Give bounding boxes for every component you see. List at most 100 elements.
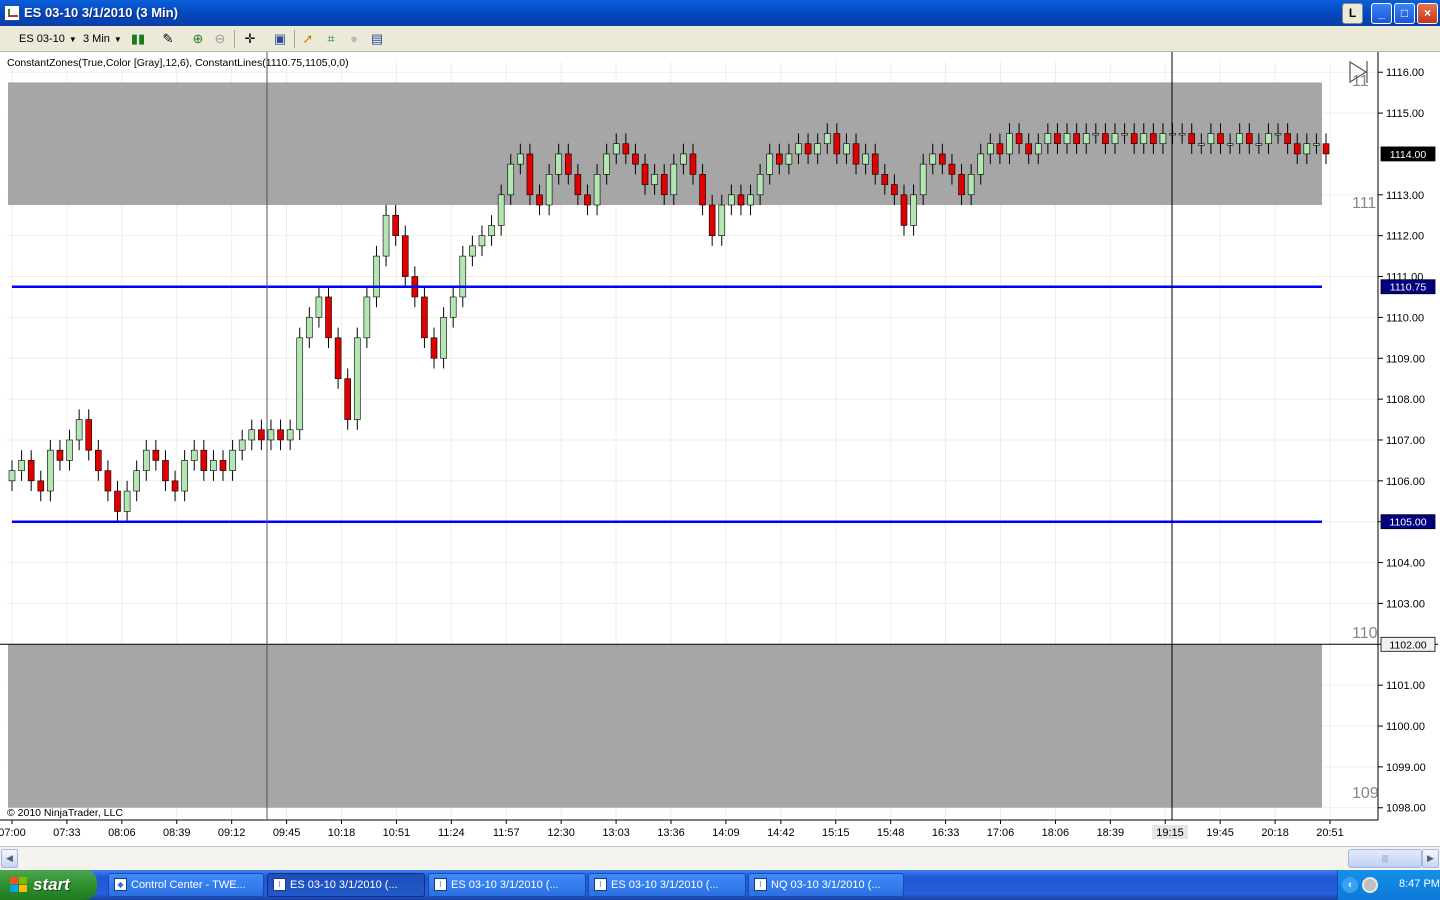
candle-body bbox=[507, 163, 515, 196]
candle-body bbox=[382, 214, 390, 257]
candle-body bbox=[718, 204, 726, 236]
x-tick-label: 11:57 bbox=[493, 827, 520, 839]
taskbar-item-control-center[interactable]: ◆ Control Center - TWE... bbox=[108, 873, 264, 897]
y-tick-label: 1106.00 bbox=[1386, 476, 1425, 488]
interval-label: 3 Min bbox=[83, 33, 110, 45]
candle-body bbox=[536, 194, 543, 206]
x-tick-label: 14:09 bbox=[712, 827, 740, 839]
candle-body bbox=[795, 143, 802, 155]
horizontal-scrollbar[interactable]: ◀ ||| ▶ bbox=[0, 846, 1440, 870]
candle-body bbox=[1313, 143, 1320, 146]
taskbar-item-es-chart-1[interactable]: ⌇ ES 03-10 3/1/2010 (... bbox=[267, 873, 425, 897]
candle-body bbox=[353, 337, 361, 420]
x-tick-label: 10:18 bbox=[328, 827, 356, 839]
link-button[interactable]: L bbox=[1342, 3, 1363, 24]
x-tick-label: 12:30 bbox=[547, 827, 575, 839]
candle-body bbox=[929, 153, 937, 165]
candle-body bbox=[296, 337, 304, 431]
chart-canvas[interactable]: 07:00 07:33 08:06 08:39 09:12 09:45 10:18 10:51… bbox=[0, 52, 1440, 846]
candle-body bbox=[1082, 133, 1090, 145]
candle-body bbox=[996, 143, 1004, 155]
candle-body bbox=[1102, 133, 1109, 145]
candle-body bbox=[392, 214, 399, 236]
crosshair-icon[interactable]: ✛ bbox=[242, 31, 258, 47]
x-tick-label: 16:33 bbox=[932, 827, 960, 839]
candle-body bbox=[1150, 133, 1157, 145]
candle-body bbox=[919, 163, 927, 196]
candle-body bbox=[1284, 133, 1291, 145]
candle-body bbox=[1226, 143, 1234, 146]
x-tick-label: 10:51 bbox=[383, 827, 411, 839]
zoom-in-icon[interactable]: ⊕ bbox=[190, 31, 206, 47]
candle-body bbox=[699, 174, 706, 206]
taskbar-item-nq-chart[interactable]: ⌇ NQ 03-10 3/1/2010 (... bbox=[748, 873, 904, 897]
tray-app-icon[interactable] bbox=[1362, 877, 1378, 893]
candle-body bbox=[708, 204, 716, 236]
chevron-left-icon[interactable]: ‹ bbox=[1342, 877, 1358, 893]
interval-selector[interactable]: 3 Min ▼ bbox=[83, 31, 122, 47]
candle-body bbox=[488, 225, 495, 236]
strategies-icon[interactable]: ⌗ bbox=[323, 31, 339, 47]
candle-body bbox=[747, 194, 754, 206]
y-tick-label: 1099.00 bbox=[1386, 762, 1426, 774]
taskbar: start ◆ Control Center - TWE... ⌇ ES 03-10… bbox=[0, 870, 1440, 900]
zoom-out-icon[interactable]: ⊖ bbox=[212, 31, 228, 47]
x-tick-label: 18:39 bbox=[1097, 827, 1125, 839]
candle-body bbox=[1245, 133, 1253, 145]
candle-body bbox=[8, 470, 16, 482]
last-price-label: 1114.00 bbox=[1390, 149, 1427, 161]
properties-icon[interactable]: ▤ bbox=[369, 31, 385, 47]
candle-body bbox=[171, 480, 179, 492]
price-chart[interactable]: 07:00 07:33 08:06 08:39 09:12 09:45 10:18 10:51… bbox=[0, 52, 1440, 846]
x-tick-label: 09:45 bbox=[273, 827, 301, 839]
candle-body bbox=[459, 255, 467, 298]
candle-body bbox=[421, 296, 428, 339]
candle-body bbox=[210, 460, 217, 471]
taskbar-item-es-chart-2[interactable]: ⌇ ES 03-10 3/1/2010 (... bbox=[428, 873, 586, 897]
indicators-icon[interactable]: ➚ bbox=[300, 31, 316, 47]
candle-body bbox=[248, 429, 256, 441]
bar-type-icon[interactable]: ▮▮ bbox=[130, 31, 146, 47]
scroll-right-icon[interactable]: ▶ bbox=[1422, 849, 1439, 868]
maximize-button[interactable]: □ bbox=[1394, 3, 1415, 24]
disabled-icon[interactable]: ● bbox=[346, 31, 362, 47]
candle-body bbox=[814, 143, 821, 155]
taskbar-item-es-chart-3[interactable]: ⌇ ES 03-10 3/1/2010 (... bbox=[588, 873, 746, 897]
candle-body bbox=[430, 337, 438, 359]
indicator-label: ConstantZones(True,Color [Gray],12,6), C… bbox=[7, 57, 349, 69]
candle-body bbox=[632, 153, 639, 165]
chart-icon: ⌇ bbox=[754, 878, 767, 891]
candle-body bbox=[181, 460, 188, 492]
candle-body bbox=[334, 337, 342, 379]
close-button[interactable]: × bbox=[1417, 3, 1438, 24]
scroll-left-icon[interactable]: ◀ bbox=[1, 849, 18, 868]
overlay-text: 109 bbox=[1352, 785, 1379, 802]
data-box-icon[interactable]: ▣ bbox=[272, 31, 288, 47]
chart-icon: ⌇ bbox=[434, 878, 447, 891]
candle-body bbox=[114, 490, 121, 512]
candle-body bbox=[1092, 133, 1100, 136]
start-button[interactable]: start bbox=[0, 870, 97, 900]
candle-body bbox=[1111, 133, 1119, 145]
candle-body bbox=[315, 296, 323, 318]
candle-body bbox=[756, 174, 764, 196]
candle-body bbox=[1044, 133, 1052, 145]
candle-body bbox=[344, 378, 351, 420]
minimize-button[interactable]: _ bbox=[1371, 3, 1392, 24]
title-bar: ES 03-10 3/1/2010 (3 Min) L _ □ × bbox=[0, 0, 1440, 26]
y-tick-label: 1101.00 bbox=[1386, 680, 1425, 692]
candle-body bbox=[1054, 133, 1061, 145]
candle-body bbox=[593, 174, 601, 206]
candle-body bbox=[27, 460, 35, 482]
instrument-selector[interactable]: ES 03-10 ▼ bbox=[19, 31, 77, 47]
candle-body bbox=[142, 449, 150, 471]
candle-body bbox=[728, 194, 735, 206]
x-tick-label: 07:33 bbox=[53, 827, 81, 839]
toolbar-divider bbox=[294, 30, 295, 48]
drawing-tool-icon[interactable]: ✎ bbox=[160, 31, 176, 47]
candle-body bbox=[373, 255, 380, 298]
candle-body bbox=[670, 163, 678, 196]
candle-body bbox=[1236, 133, 1243, 145]
candle-body bbox=[823, 133, 831, 145]
scroll-thumb[interactable]: ||| bbox=[1348, 849, 1422, 868]
